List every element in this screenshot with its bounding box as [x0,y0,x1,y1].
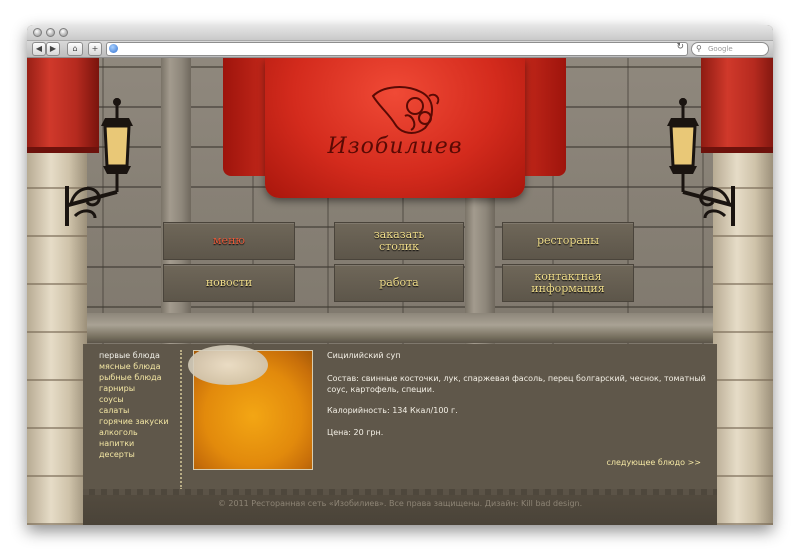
logo-banner[interactable]: Изобилиев [265,58,525,198]
search-placeholder: Google [708,45,733,53]
dish-photo [188,345,313,470]
category-item[interactable]: горячие закуски [99,416,169,427]
forward-button[interactable]: ▶ [46,42,60,56]
home-button[interactable]: ⌂ [67,42,83,56]
category-list: первые блюда мясные блюда рыбные блюда г… [99,350,169,460]
dish-calories: Калорийность: 134 Ккал/100 г. [327,406,458,415]
add-bookmark-button[interactable]: + [88,42,102,56]
content-panel: первые блюда мясные блюда рыбные блюда г… [83,344,717,490]
category-item[interactable]: мясные блюда [99,361,169,372]
nav-label: контактная информация [531,270,605,295]
nav-label: меню [213,234,245,247]
copyright-text: © 2011 Ресторанная сеть «Изобилиев». Все… [217,499,583,508]
nav-menu[interactable]: меню [163,222,295,260]
dotted-divider [180,350,182,490]
nav-reserve-table[interactable]: заказать столик [334,222,464,260]
search-field[interactable]: ⚲ Google [691,42,769,56]
plus-icon: + [91,44,99,53]
nav-contacts[interactable]: контактная информация [502,264,634,302]
home-icon: ⌂ [72,44,78,53]
category-item[interactable]: первые блюда [99,350,169,361]
wall-lamp-icon [667,98,735,226]
footer: © 2011 Ресторанная сеть «Изобилиев». Все… [83,489,717,525]
forward-icon: ▶ [49,44,57,53]
title-bar [27,25,773,41]
category-item[interactable]: соусы [99,394,169,405]
dish-price: Цена: 20 грн. [327,428,384,437]
wall-column [161,58,191,348]
browser-window: ◀ ▶ ⌂ + ↻ ⚲ Google Изобилиев меню заказа… [27,25,773,525]
nav-news[interactable]: новости [163,264,295,302]
next-dish-link[interactable]: следующее блюдо >> [606,458,701,467]
brand-logo-text: Изобилиев [327,134,463,159]
category-item[interactable]: алкоголь [99,427,169,438]
category-item[interactable]: напитки [99,438,169,449]
category-item[interactable]: десерты [99,449,169,460]
nav-jobs[interactable]: работа [334,264,464,302]
minimize-window-button[interactable] [46,28,55,37]
plate-rim [188,345,268,385]
back-icon: ◀ [35,44,43,53]
address-bar[interactable]: ↻ [106,42,688,56]
footer-strip [83,489,717,495]
nav-label: заказать столик [373,228,425,253]
category-item[interactable]: салаты [99,405,169,416]
wall-lamp-icon [65,98,133,226]
nav-restaurants[interactable]: рестораны [502,222,634,260]
dish-composition: Состав: свинные косточки, лук, спаржевая… [327,374,706,394]
reload-icon[interactable]: ↻ [676,42,684,52]
category-item[interactable]: рыбные блюда [99,372,169,383]
back-button[interactable]: ◀ [32,42,46,56]
nav-label: рестораны [536,234,600,247]
dish-title: Сицилийский суп [327,351,401,360]
search-icon: ⚲ [696,44,702,53]
browser-toolbar: ◀ ▶ ⌂ + ↻ ⚲ Google [27,41,773,58]
close-window-button[interactable] [33,28,42,37]
category-item[interactable]: гарниры [99,383,169,394]
stone-ledge [27,313,773,343]
nav-label: работа [379,276,419,289]
page-viewport: Изобилиев меню заказать столик рестораны… [27,58,773,525]
zoom-window-button[interactable] [59,28,68,37]
globe-icon [109,44,118,53]
window-controls [33,28,68,37]
nav-label: новости [205,276,253,289]
